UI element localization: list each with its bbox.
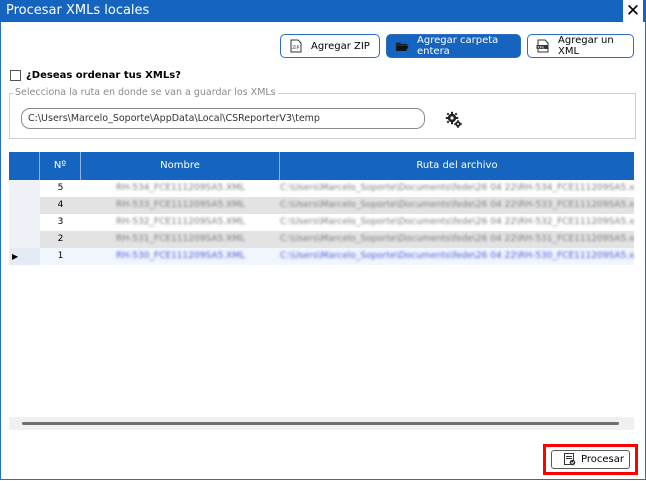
horizontal-scrollbar[interactable]	[9, 417, 634, 430]
row-selector[interactable]	[9, 197, 40, 214]
cell-nombre: RH-530_FCE111209SA5.XML	[115, 251, 246, 261]
cell-ruta: C:\Users\Marcelo_Soporte\Documents\fede\…	[280, 251, 634, 261]
cell-nombre: RH-533_FCE111209SA5.XML	[115, 200, 246, 210]
cell-ruta: C:\Users\Marcelo_Soporte\Documents\fede\…	[280, 200, 634, 210]
xml-file-icon: XML	[536, 39, 550, 53]
process-document-icon	[562, 453, 576, 467]
add-xml-button[interactable]: XML Agregar un XML	[527, 34, 634, 58]
sort-option[interactable]: ¿Deseas ordenar tus XMLs?	[10, 70, 181, 81]
table-row[interactable]: 5 RH-534_FCE111209SA5.XML C:\Users\Marce…	[9, 180, 634, 197]
current-row-arrow-icon: ▶	[12, 252, 19, 261]
row-selector[interactable]: ▶	[9, 248, 40, 265]
grid-header: Nº Nombre Ruta del archivo	[9, 152, 634, 180]
sort-checkbox-label: ¿Deseas ordenar tus XMLs?	[26, 70, 181, 81]
table-row[interactable]: 4 RH-533_FCE111209SA5.XML C:\Users\Marce…	[9, 197, 634, 214]
cell-nombre: RH-532_FCE111209SA5.XML	[115, 217, 246, 227]
files-grid[interactable]: Nº Nombre Ruta del archivo 5 RH-534_FCE1…	[9, 152, 634, 417]
window-title: Procesar XMLs locales	[6, 3, 150, 18]
row-selector[interactable]	[9, 231, 40, 248]
sort-checkbox[interactable]	[10, 70, 21, 81]
add-zip-label: Agregar ZIP	[311, 40, 370, 52]
cell-ruta: C:\Users\Marcelo_Soporte\Documents\fede\…	[280, 183, 634, 193]
cell-num: 5	[57, 183, 64, 193]
table-row[interactable]: 2 RH-531_FCE111209SA5.XML C:\Users\Marce…	[9, 231, 634, 248]
process-highlight: Procesar	[543, 444, 638, 475]
table-row[interactable]: 3 RH-532_FCE111209SA5.XML C:\Users\Marce…	[9, 214, 634, 231]
zip-file-icon: ZIP	[289, 39, 303, 53]
folder-open-icon	[395, 39, 409, 53]
table-row-selected[interactable]: ▶ 1 RH-530_FCE111209SA5.XML C:\Users\Mar…	[9, 248, 634, 265]
cell-ruta: C:\Users\Marcelo_Soporte\Documents\fede\…	[280, 234, 634, 244]
add-folder-button[interactable]: Agregar carpeta entera	[386, 34, 521, 58]
add-zip-button[interactable]: ZIP Agregar ZIP	[280, 34, 380, 58]
process-button-label: Procesar	[581, 454, 624, 465]
cell-num: 2	[57, 234, 64, 244]
column-header-nombre[interactable]: Nombre	[81, 152, 280, 180]
svg-text:ZIP: ZIP	[292, 45, 299, 51]
cell-num: 3	[57, 217, 64, 227]
cell-ruta: C:\Users\Marcelo_Soporte\Documents\fede\…	[280, 217, 634, 227]
cell-nombre: RH-534_FCE111209SA5.XML	[115, 183, 246, 193]
row-selector[interactable]	[9, 214, 40, 231]
close-icon[interactable]: ✕	[623, 0, 643, 22]
row-header-column	[9, 152, 40, 180]
title-bar: Procesar XMLs locales ✕	[0, 0, 646, 22]
process-button[interactable]: Procesar	[551, 450, 630, 469]
add-folder-label: Agregar carpeta entera	[417, 35, 499, 57]
column-header-num[interactable]: Nº	[40, 152, 81, 180]
cell-num: 4	[57, 200, 64, 210]
output-path-legend: Selecciona la ruta en donde se van a gua…	[13, 87, 278, 98]
gear-settings-icon[interactable]	[445, 111, 463, 129]
cell-num: 1	[57, 251, 64, 261]
column-header-ruta[interactable]: Ruta del archivo	[280, 152, 634, 180]
scrollbar-thumb[interactable]	[22, 422, 619, 425]
cell-nombre: RH-531_FCE111209SA5.XML	[115, 234, 246, 244]
svg-text:XML: XML	[537, 45, 544, 49]
row-selector[interactable]	[9, 180, 40, 197]
output-path-field[interactable]: C:\Users\Marcelo_Soporte\AppData\Local\C…	[21, 108, 425, 129]
add-xml-label: Agregar un XML	[558, 35, 614, 57]
